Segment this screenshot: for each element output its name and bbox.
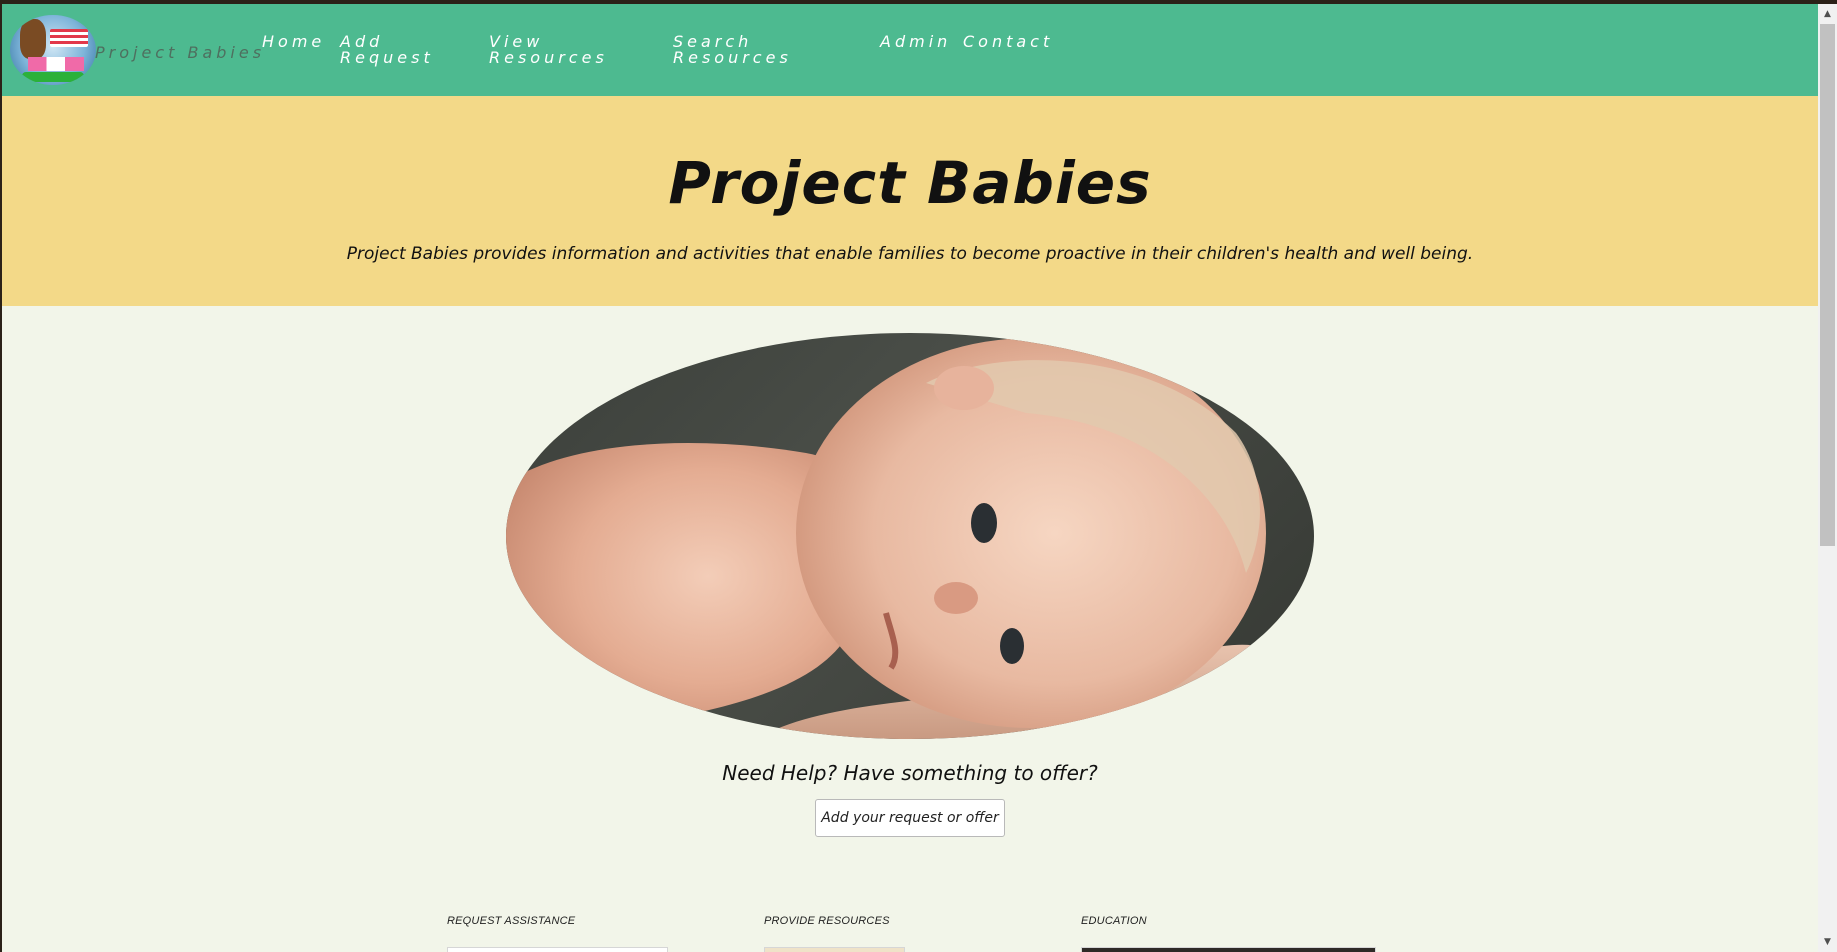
add-request-button[interactable]: Add your request or offer: [815, 799, 1005, 837]
logo-icon[interactable]: [10, 15, 96, 85]
hero-subtitle: Project Babies provides information and …: [346, 244, 1474, 264]
nav-admin-label: Admin: [880, 32, 952, 51]
section-label-education: EDUCATION: [1081, 915, 1147, 927]
nav-add-request[interactable]: Add Request: [340, 34, 434, 66]
scrollbar-thumb[interactable]: [1820, 24, 1835, 546]
nav-admin[interactable]: Admin: [880, 34, 951, 50]
scroll-up-icon[interactable]: ▲: [1818, 4, 1837, 24]
nav-view-resources[interactable]: View Resources: [489, 34, 608, 66]
cta-heading: Need Help? Have something to offer?: [722, 761, 1098, 785]
vertical-scrollbar[interactable]: ▲ ▼: [1818, 4, 1837, 952]
card-education[interactable]: [1081, 947, 1376, 952]
ribbon-graphic: [22, 72, 84, 82]
baby-photo: [506, 333, 1314, 739]
section-label-provide-resources: PROVIDE RESOURCES: [764, 915, 890, 927]
nav-add-request-label-2: Request: [340, 48, 434, 67]
baby-photo-graphic: [506, 338, 1283, 739]
nav-view-resources-label-2: Resources: [489, 48, 608, 67]
section-label-request-assistance: REQUEST ASSISTANCE: [447, 915, 576, 927]
flag-graphic: [50, 29, 88, 47]
baby-blocks-graphic: [28, 57, 84, 71]
scroll-down-icon[interactable]: ▼: [1818, 932, 1837, 952]
nav-search-resources-label-2: Resources: [673, 48, 792, 67]
card-provide-resources[interactable]: [764, 947, 905, 952]
page-title: Project Babies: [668, 149, 1152, 217]
nav-search-resources[interactable]: Search Resources: [673, 34, 792, 66]
nav-contact-label: Contact: [963, 32, 1054, 51]
nav-home[interactable]: Home: [262, 34, 325, 50]
navbar: Project Babies Home Add Request View Res…: [2, 4, 1818, 96]
hero-banner: Project Babies Project Babies provides i…: [2, 96, 1818, 306]
teddy-bear-graphic: [20, 19, 46, 59]
nav-home-label: Home: [262, 32, 326, 51]
nav-contact[interactable]: Contact: [963, 34, 1053, 50]
brand-name[interactable]: Project Babies: [95, 43, 265, 62]
page: Project Babies Home Add Request View Res…: [2, 4, 1818, 952]
card-request-assistance[interactable]: [447, 947, 668, 952]
